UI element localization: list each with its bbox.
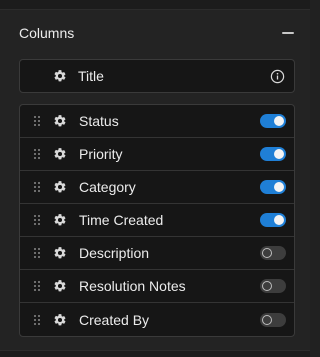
- column-visibility-toggle[interactable]: [260, 246, 286, 260]
- drag-handle-icon[interactable]: [33, 214, 41, 226]
- gear-icon[interactable]: [53, 313, 67, 327]
- drag-handle-icon[interactable]: [33, 115, 41, 127]
- gear-icon[interactable]: [53, 180, 67, 194]
- toggle-knob: [274, 182, 284, 192]
- columns-panel: Columns Title Status Priority Category Time…: [0, 0, 310, 357]
- section-header: Columns: [19, 22, 295, 44]
- toggle-knob: [262, 248, 272, 258]
- column-visibility-toggle[interactable]: [260, 279, 286, 293]
- column-label: Resolution Notes: [79, 278, 186, 294]
- drag-handle-icon[interactable]: [33, 148, 41, 160]
- column-label: Description: [79, 245, 150, 261]
- toggle-knob: [262, 314, 272, 325]
- column-visibility-toggle[interactable]: [260, 213, 286, 227]
- gear-icon[interactable]: [53, 246, 67, 260]
- drag-handle-icon[interactable]: [33, 314, 41, 326]
- info-icon[interactable]: [270, 69, 285, 84]
- column-visibility-toggle[interactable]: [260, 312, 286, 327]
- column-row: Status: [20, 105, 294, 138]
- column-label: Priority: [79, 146, 123, 162]
- drag-handle-icon[interactable]: [33, 247, 41, 259]
- column-row: Category: [20, 171, 294, 204]
- gear-icon[interactable]: [53, 114, 67, 128]
- column-label: Created By: [79, 311, 150, 328]
- gear-icon[interactable]: [53, 147, 67, 161]
- toggle-knob: [274, 149, 284, 159]
- bottom-divider: [0, 350, 310, 357]
- column-visibility-toggle[interactable]: [260, 180, 286, 194]
- pinned-column-row: Title: [19, 59, 295, 93]
- column-row: Created By: [20, 303, 294, 336]
- column-label: Category: [79, 179, 136, 195]
- toggle-knob: [274, 116, 284, 126]
- gear-icon[interactable]: [53, 213, 67, 227]
- column-row: Description: [20, 237, 294, 270]
- column-visibility-toggle[interactable]: [260, 147, 286, 161]
- column-visibility-toggle[interactable]: [260, 114, 286, 128]
- drag-handle-icon[interactable]: [33, 280, 41, 292]
- column-list: Status Priority Category Time Created Descri…: [19, 104, 295, 337]
- section-title: Columns: [19, 25, 75, 41]
- column-row: Time Created: [20, 204, 294, 237]
- column-row: Resolution Notes: [20, 270, 294, 303]
- top-divider: [0, 0, 310, 10]
- collapse-button[interactable]: [281, 26, 295, 40]
- toggle-knob: [274, 215, 284, 225]
- toggle-knob: [262, 281, 272, 291]
- drag-handle-icon[interactable]: [33, 181, 41, 193]
- column-label: Time Created: [79, 212, 164, 228]
- gear-icon[interactable]: [53, 279, 67, 293]
- column-label: Status: [79, 113, 119, 129]
- pinned-column-label: Title: [78, 68, 104, 84]
- gear-icon[interactable]: [53, 69, 67, 83]
- column-row: Priority: [20, 138, 294, 171]
- minus-icon: [282, 32, 294, 34]
